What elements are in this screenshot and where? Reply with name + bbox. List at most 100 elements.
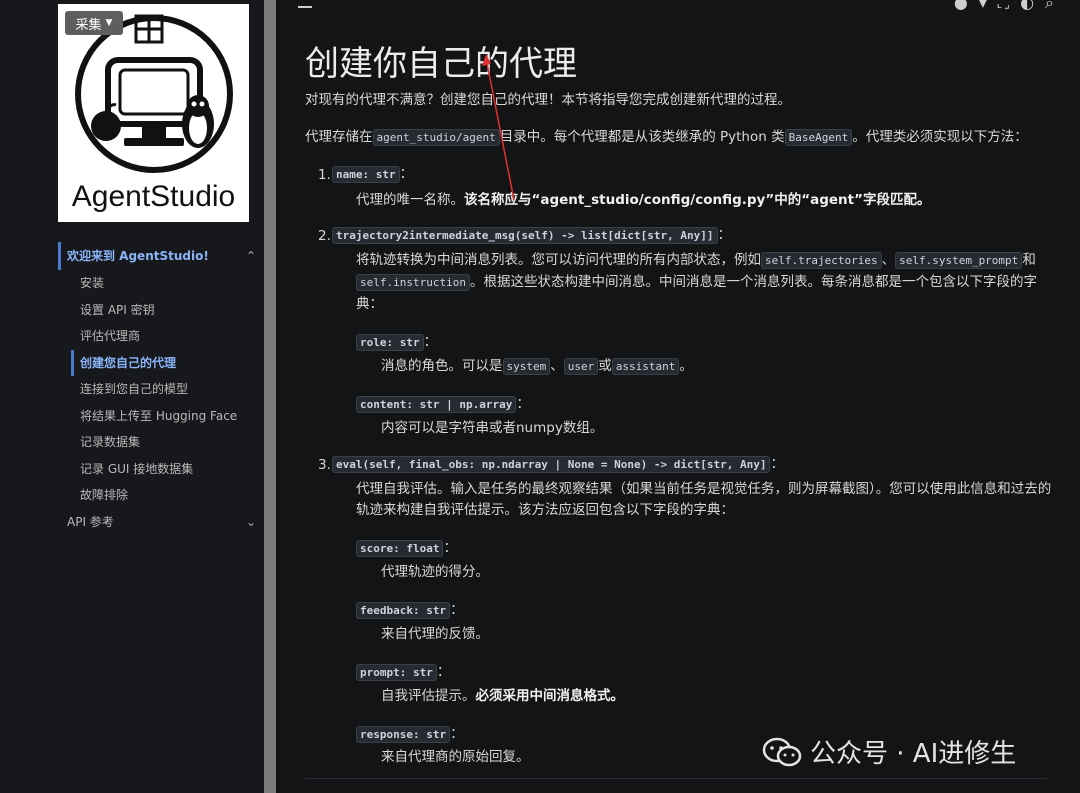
- nav-item-record-gui-grounding[interactable]: 记录 GUI 接地数据集: [58, 456, 264, 483]
- nav-item-create-agent[interactable]: 创建您自己的代理: [71, 349, 264, 376]
- inline-code: assistant: [611, 358, 680, 375]
- text: 自我评估提示。: [381, 688, 476, 704]
- nav-api-label: API 参考: [67, 514, 114, 529]
- watermark-text: 公众号 · AI进修生: [810, 739, 1017, 769]
- sidebar-nav: 欢迎来到 AgentStudio! ⌃ 安装 设置 API 密钥 评估代理商 创…: [58, 242, 264, 535]
- text: 目录中。每个代理都是从该类继承的 Python 类: [499, 129, 785, 145]
- agent-storage-paragraph: 代理存储在 agent_studio/agent 目录中。每个代理都是从该类继承的 …: [305, 126, 1028, 149]
- fullscreen-icon[interactable]: ⛶: [998, 0, 1009, 13]
- theme-toggle-icon[interactable]: ◐: [1020, 0, 1034, 13]
- search-icon[interactable]: ⌕: [1045, 0, 1054, 13]
- caret-down-icon: ▼: [105, 18, 113, 28]
- red-annotation-arrow: [482, 54, 515, 201]
- nav-item-api-key[interactable]: 设置 API 密钥: [58, 297, 264, 324]
- nav-item-upload-huggingface[interactable]: 将结果上传至 Hugging Face: [58, 403, 264, 430]
- text: 消息的角色。可以是: [381, 358, 503, 374]
- colon: ：: [717, 227, 732, 243]
- field-feedback: feedback: str：: [356, 599, 464, 622]
- chevron-up-icon[interactable]: ⌃: [246, 242, 256, 270]
- field-role-desc: 消息的角色。可以是 system、 user 或 assistant。: [381, 355, 693, 378]
- field-score-desc: 代理轨迹的得分。: [381, 564, 489, 580]
- colon: ：: [450, 602, 464, 618]
- method-desc-name: 代理的唯一名称。该名称应与“agent_studio/config/config…: [356, 189, 930, 211]
- text: 代理的唯一名称。: [356, 192, 464, 208]
- text: 或: [598, 358, 612, 374]
- wechat-icon: [762, 737, 802, 766]
- text: 。: [679, 358, 693, 374]
- page-title: 创建你自己的代理: [305, 44, 577, 84]
- logo-text: AgentStudio: [71, 180, 236, 213]
- text: 。根据这些状态构建中间消息。中间消息是一个消息列表。每条消息都是一个包含以下字段…: [469, 274, 1037, 290]
- colon: ：: [450, 726, 464, 742]
- field-role: role: str：: [356, 331, 437, 354]
- wechat-watermark: 公众号 · AI进修生: [762, 733, 1016, 770]
- method-signature-trajectory: trajectory2intermediate_msg(self) -> lis…: [332, 224, 731, 247]
- nav-item-evaluate-agents[interactable]: 评估代理商: [58, 323, 264, 350]
- sidebar: 采集 ▼ AgentStudio 欢迎来到 AgentStudio! ⌃ 安装 …: [0, 0, 264, 793]
- text: 、: [881, 252, 896, 268]
- method-desc-line: self.instruction 。根据这些状态构建中间消息。中间消息是一个消息列…: [356, 271, 1037, 294]
- code-signature: eval(self, final_obs: np.ndarray | None …: [332, 456, 771, 473]
- text: 代理存储在: [305, 129, 373, 145]
- field-prompt-desc: 自我评估提示。必须采用中间消息格式。: [381, 685, 624, 707]
- inline-code: BaseAgent: [784, 129, 853, 146]
- method-desc-line: 轨迹来构建自我评估提示。该方法应返回包含以下字段的字典：: [356, 502, 734, 518]
- code-field: prompt: str: [356, 664, 437, 681]
- code-signature: name: str: [332, 166, 400, 183]
- field-response-desc: 来自代理商的原始回复。: [381, 749, 530, 765]
- colon: ：: [423, 334, 438, 350]
- text: 将轨迹转换为中间消息列表。您可以访问代理的所有内部状态，例如: [356, 252, 761, 268]
- code-field: role: str: [356, 334, 424, 351]
- github-icon[interactable]: ●: [954, 0, 968, 13]
- colon: ：: [399, 166, 414, 182]
- field-score: score: float：: [356, 537, 457, 560]
- inline-code: self.trajectories: [761, 252, 882, 269]
- sidebar-scrollbar[interactable]: [264, 0, 276, 793]
- colon: ：: [770, 456, 784, 472]
- nav-item-troubleshooting[interactable]: 故障排除: [58, 482, 264, 509]
- inline-code: self.system_prompt: [895, 252, 1023, 269]
- text: 和: [1022, 252, 1036, 268]
- method-desc-line: 典：: [356, 296, 383, 312]
- colon: ：: [516, 396, 530, 412]
- code-field: response: str: [356, 726, 451, 743]
- nav-section-api-reference[interactable]: API 参考 ⌄: [58, 509, 264, 535]
- text: 、: [550, 358, 564, 374]
- intro-paragraph: 对现有的代理不满意？创建您自己的代理！本节将指导您完成创建新代理的过程。: [305, 92, 791, 108]
- list-number: 2.: [318, 228, 331, 244]
- list-number: 1.: [318, 167, 331, 183]
- method-desc-line: 将轨迹转换为中间消息列表。您可以访问代理的所有内部状态，例如 self.traje…: [356, 249, 1036, 272]
- bold-text: 必须采用中间消息格式。: [475, 688, 625, 704]
- list-number: 3.: [318, 457, 331, 473]
- inline-code: user: [563, 358, 599, 375]
- code-field: content: str | np.array: [356, 396, 517, 413]
- content-divider: [305, 778, 1047, 779]
- field-content-desc: 内容可以是字符串或者numpy数组。: [381, 420, 604, 436]
- code-field: feedback: str: [356, 602, 451, 619]
- nav-section-welcome[interactable]: 欢迎来到 AgentStudio! ⌃: [58, 242, 264, 270]
- download-icon[interactable]: ▾: [979, 0, 987, 13]
- code-signature: trajectory2intermediate_msg(self) -> lis…: [332, 227, 718, 244]
- colon: ：: [443, 540, 457, 556]
- menu-icon[interactable]: [298, 0, 312, 16]
- inline-code: self.instruction: [356, 274, 470, 291]
- text: 。代理类必须实现以下方法：: [852, 129, 1028, 145]
- topbar-icons: ● ▾ ⛶ ◐ ⌕: [954, 0, 1054, 13]
- code-field: score: float: [356, 540, 444, 557]
- field-response: response: str：: [356, 723, 464, 746]
- bold-text: 该名称应与“agent_studio/config/config.py”中的“a…: [464, 192, 931, 208]
- nav-item-install[interactable]: 安装: [58, 270, 264, 297]
- inline-code: system: [502, 358, 551, 375]
- field-feedback-desc: 来自代理的反馈。: [381, 626, 489, 642]
- method-desc-line: 代理自我评估。输入是任务的最终观察结果（如果当前任务是视觉任务，则为屏幕截图）。…: [356, 481, 1052, 497]
- collect-button-label: 采集: [75, 17, 102, 33]
- nav-item-record-dataset[interactable]: 记录数据集: [58, 429, 264, 456]
- nav-section-welcome-label: 欢迎来到 AgentStudio!: [67, 249, 209, 263]
- collect-button[interactable]: 采集 ▼: [65, 11, 123, 35]
- nav-item-connect-model[interactable]: 连接到您自己的模型: [58, 376, 264, 403]
- chevron-down-icon[interactable]: ⌄: [246, 509, 256, 535]
- method-signature-name: name: str：: [332, 163, 413, 186]
- field-content: content: str | np.array：: [356, 393, 530, 416]
- method-signature-eval: eval(self, final_obs: np.ndarray | None …: [332, 453, 784, 476]
- field-prompt: prompt: str：: [356, 661, 450, 684]
